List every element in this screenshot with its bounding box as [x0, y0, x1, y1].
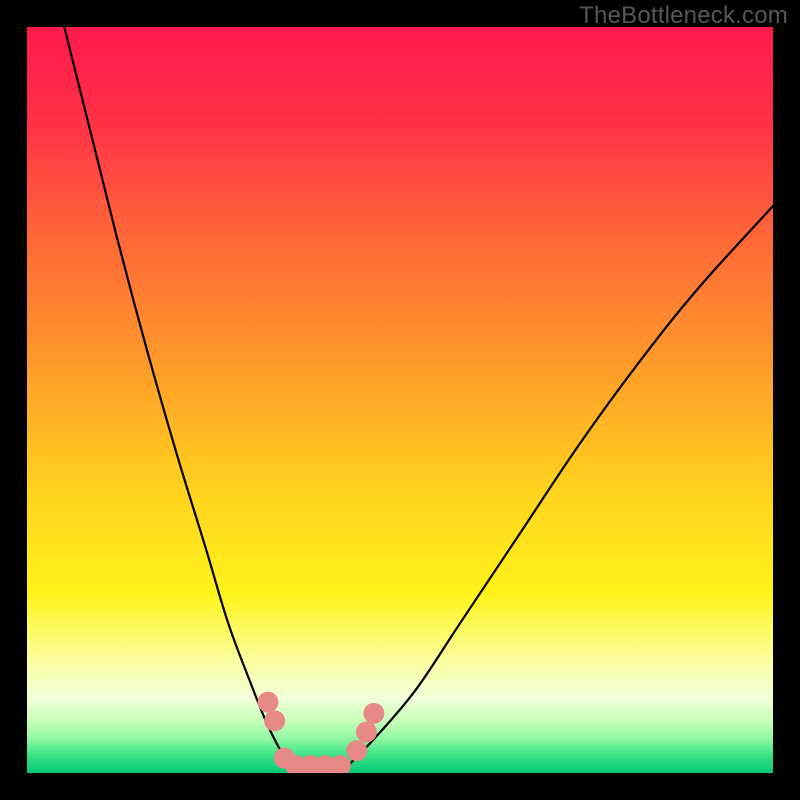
marker-point: [363, 703, 384, 724]
marker-point: [257, 692, 278, 713]
marker-point: [346, 740, 367, 761]
chart-frame: TheBottleneck.com: [0, 0, 800, 800]
plot-area: [27, 27, 773, 773]
watermark-text: TheBottleneck.com: [579, 2, 788, 30]
gradient-background: [27, 27, 773, 773]
marker-point: [264, 710, 285, 731]
marker-point: [356, 721, 377, 742]
chart-svg: [27, 27, 773, 773]
